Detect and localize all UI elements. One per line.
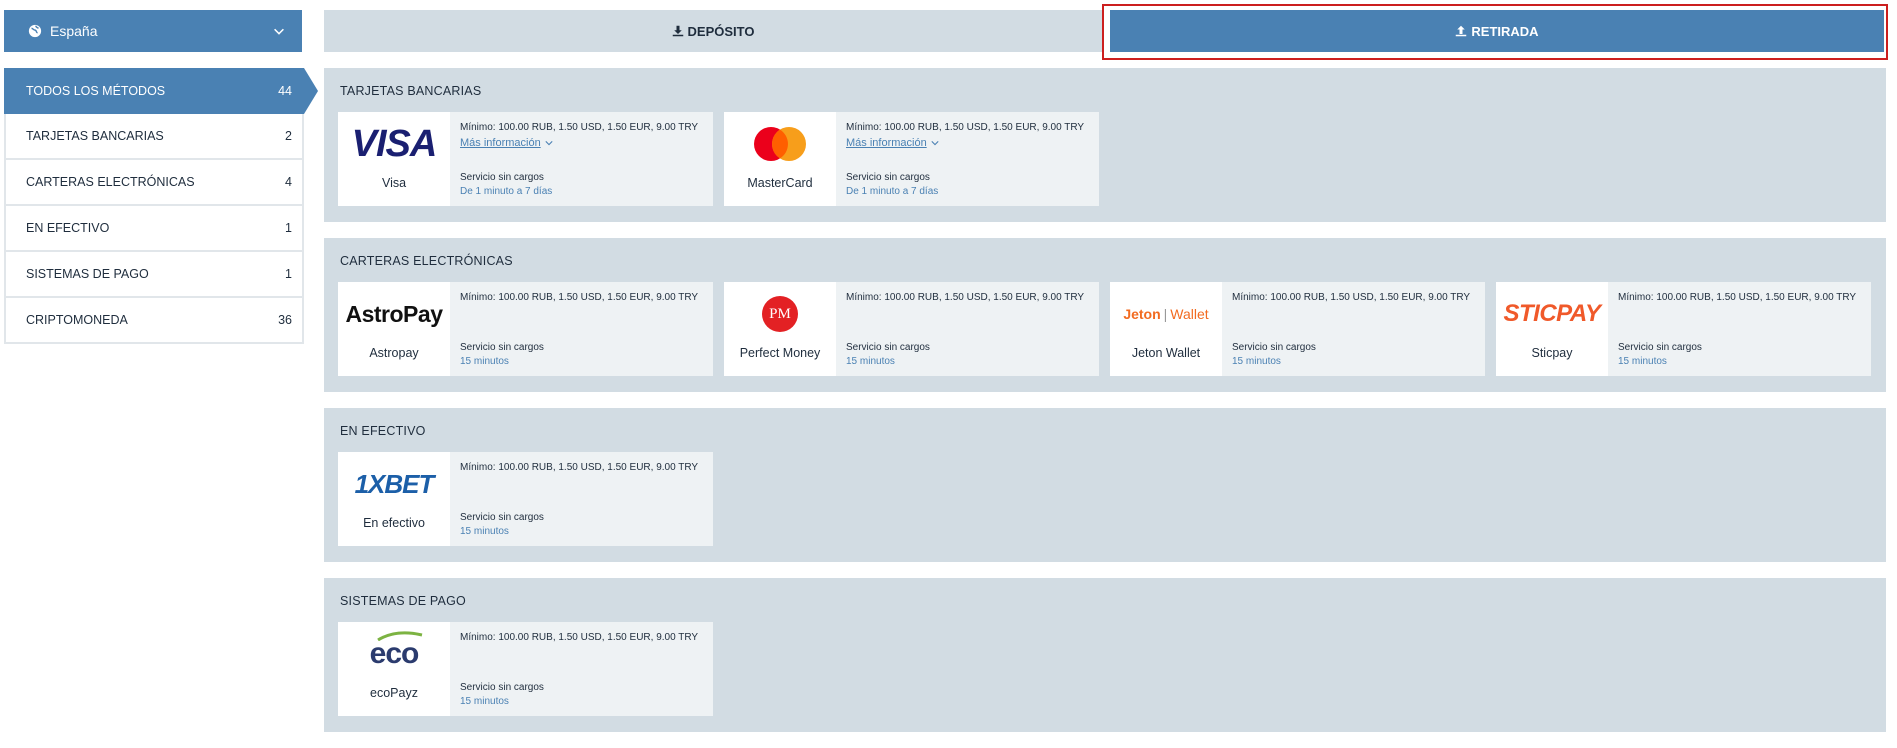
perfect-money-logo: PM xyxy=(762,296,798,332)
tab-deposit-label: DEPÓSITO xyxy=(687,23,755,39)
section-title: TARJETAS BANCARIAS xyxy=(340,84,482,98)
payment-card-mastercard[interactable]: MasterCard Mínimo: 100.00 RUB, 1.50 USD,… xyxy=(724,112,1099,206)
sidebar-item-bank-cards[interactable]: TARJETAS BANCARIAS 2 xyxy=(4,114,304,160)
card-time: 15 minutos xyxy=(1232,356,1281,367)
card-time: 15 minutos xyxy=(460,696,509,707)
sidebar-item-count: 4 xyxy=(285,175,292,189)
payment-card-jeton-wallet[interactable]: Jeton | Wallet Jeton Wallet Mínimo: 100.00… xyxy=(1110,282,1485,376)
sidebar-item-crypto[interactable]: CRIPTOMONEDA 36 xyxy=(4,298,304,344)
card-time: De 1 minuto a 7 días xyxy=(846,186,939,197)
section-title: CARTERAS ELECTRÓNICAS xyxy=(340,254,513,268)
card-minimum: Mínimo: 100.00 RUB, 1.50 USD, 1.50 EUR, … xyxy=(846,122,1085,133)
card-minimum: Mínimo: 100.00 RUB, 1.50 USD, 1.50 EUR, … xyxy=(460,122,699,133)
globe-icon xyxy=(28,24,42,38)
payment-card-visa[interactable]: VISA Visa Mínimo: 100.00 RUB, 1.50 USD, … xyxy=(338,112,713,206)
sidebar-item-payment-systems[interactable]: SISTEMAS DE PAGO 1 xyxy=(4,252,304,298)
section-ewallets: CARTERAS ELECTRÓNICAS AstroPay Astropay … xyxy=(324,238,1886,392)
chevron-down-icon xyxy=(274,28,284,35)
card-time: 15 minutos xyxy=(460,356,509,367)
sidebar-item-cash[interactable]: EN EFECTIVO 1 xyxy=(4,206,304,252)
card-name: Astropay xyxy=(369,346,419,360)
card-minimum: Mínimo: 100.00 RUB, 1.50 USD, 1.50 EUR, … xyxy=(460,632,699,643)
country-label: España xyxy=(50,23,98,39)
card-minimum: Mínimo: 100.00 RUB, 1.50 USD, 1.50 EUR, … xyxy=(460,292,699,303)
card-name: Sticpay xyxy=(1531,346,1573,360)
sticpay-logo: STICPAY xyxy=(1503,300,1601,327)
sidebar: TODOS LOS MÉTODOS 44 TARJETAS BANCARIAS … xyxy=(4,68,318,344)
payment-card-astropay[interactable]: AstroPay Astropay Mínimo: 100.00 RUB, 1.… xyxy=(338,282,713,376)
payment-card-sticpay[interactable]: STICPAY Sticpay Mínimo: 100.00 RUB, 1.50… xyxy=(1496,282,1871,376)
card-fee: Servicio sin cargos xyxy=(460,512,544,523)
1xbet-logo: 1XBET xyxy=(354,468,435,499)
section-title: EN EFECTIVO xyxy=(340,424,426,438)
card-minimum: Mínimo: 100.00 RUB, 1.50 USD, 1.50 EUR, … xyxy=(460,462,699,473)
payment-card-ecopayz[interactable]: eco ecoPayz Mínimo: 100.00 RUB, 1.50 USD… xyxy=(338,622,713,716)
card-name: ecoPayz xyxy=(370,686,418,700)
sidebar-item-label: TARJETAS BANCARIAS xyxy=(26,129,164,143)
card-name: Visa xyxy=(381,176,407,190)
jeton-wallet-logo: Jeton | Wallet xyxy=(1123,306,1209,322)
card-minimum: Mínimo: 100.00 RUB, 1.50 USD, 1.50 EUR, … xyxy=(1232,292,1471,303)
tab-withdraw[interactable]: RETIRADA xyxy=(1110,10,1884,52)
visa-logo: VISA xyxy=(351,122,438,165)
sidebar-item-label: CRIPTOMONEDA xyxy=(26,313,128,327)
more-info-link[interactable]: Más información xyxy=(846,137,939,149)
card-fee: Servicio sin cargos xyxy=(460,342,544,353)
card-time: 15 minutos xyxy=(1618,356,1667,367)
payment-card-cash[interactable]: 1XBET En efectivo Mínimo: 100.00 RUB, 1.… xyxy=(338,452,713,546)
section-payment-systems: SISTEMAS DE PAGO eco ecoPayz Mínimo: 100… xyxy=(324,578,1886,732)
card-name: Perfect Money xyxy=(739,346,821,360)
sidebar-item-all-methods[interactable]: TODOS LOS MÉTODOS 44 xyxy=(4,68,318,114)
sidebar-item-count: 2 xyxy=(285,129,292,143)
sidebar-item-label: EN EFECTIVO xyxy=(26,221,110,235)
card-time: De 1 minuto a 7 días xyxy=(460,186,553,197)
card-fee: Servicio sin cargos xyxy=(1232,342,1316,353)
astropay-logo: AstroPay xyxy=(345,300,443,327)
tab-withdraw-label: RETIRADA xyxy=(1471,23,1539,39)
sidebar-item-count: 44 xyxy=(278,84,292,98)
download-icon xyxy=(672,25,683,37)
upload-icon xyxy=(1456,25,1467,37)
chevron-down-icon xyxy=(545,141,553,146)
card-fee: Servicio sin cargos xyxy=(846,342,930,353)
tab-deposit[interactable]: DEPÓSITO xyxy=(324,10,1102,52)
card-minimum: Mínimo: 100.00 RUB, 1.50 USD, 1.50 EUR, … xyxy=(1618,292,1857,303)
card-fee: Servicio sin cargos xyxy=(846,172,930,183)
card-name: Jeton Wallet xyxy=(1131,346,1201,360)
card-minimum: Mínimo: 100.00 RUB, 1.50 USD, 1.50 EUR, … xyxy=(846,292,1085,303)
ecopayz-logo: eco xyxy=(370,631,422,671)
card-time: 15 minutos xyxy=(846,356,895,367)
card-name: MasterCard xyxy=(747,176,813,190)
sidebar-item-label: TODOS LOS MÉTODOS xyxy=(26,84,166,98)
payment-card-perfect-money[interactable]: PM Perfect Money Mínimo: 100.00 RUB, 1.5… xyxy=(724,282,1099,376)
sidebar-item-label: CARTERAS ELECTRÓNICAS xyxy=(26,175,195,189)
card-name: En efectivo xyxy=(363,516,425,530)
country-selector[interactable]: España xyxy=(4,10,302,52)
mastercard-logo xyxy=(754,127,806,161)
chevron-down-icon xyxy=(931,141,939,146)
sidebar-item-label: SISTEMAS DE PAGO xyxy=(26,267,149,281)
card-time: 15 minutos xyxy=(460,526,509,537)
sidebar-item-count: 1 xyxy=(285,267,292,281)
section-cash: EN EFECTIVO 1XBET En efectivo Mínimo: 10… xyxy=(324,408,1886,562)
section-bank-cards: TARJETAS BANCARIAS VISA Visa Mínimo: 100… xyxy=(324,68,1886,222)
card-fee: Servicio sin cargos xyxy=(1618,342,1702,353)
card-fee: Servicio sin cargos xyxy=(460,682,544,693)
sidebar-item-count: 36 xyxy=(278,313,292,327)
eco-swoosh xyxy=(376,631,422,641)
more-info-link[interactable]: Más información xyxy=(460,137,553,149)
card-fee: Servicio sin cargos xyxy=(460,172,544,183)
section-title: SISTEMAS DE PAGO xyxy=(340,594,466,608)
sidebar-item-count: 1 xyxy=(285,221,292,235)
sidebar-item-ewallets[interactable]: CARTERAS ELECTRÓNICAS 4 xyxy=(4,160,304,206)
